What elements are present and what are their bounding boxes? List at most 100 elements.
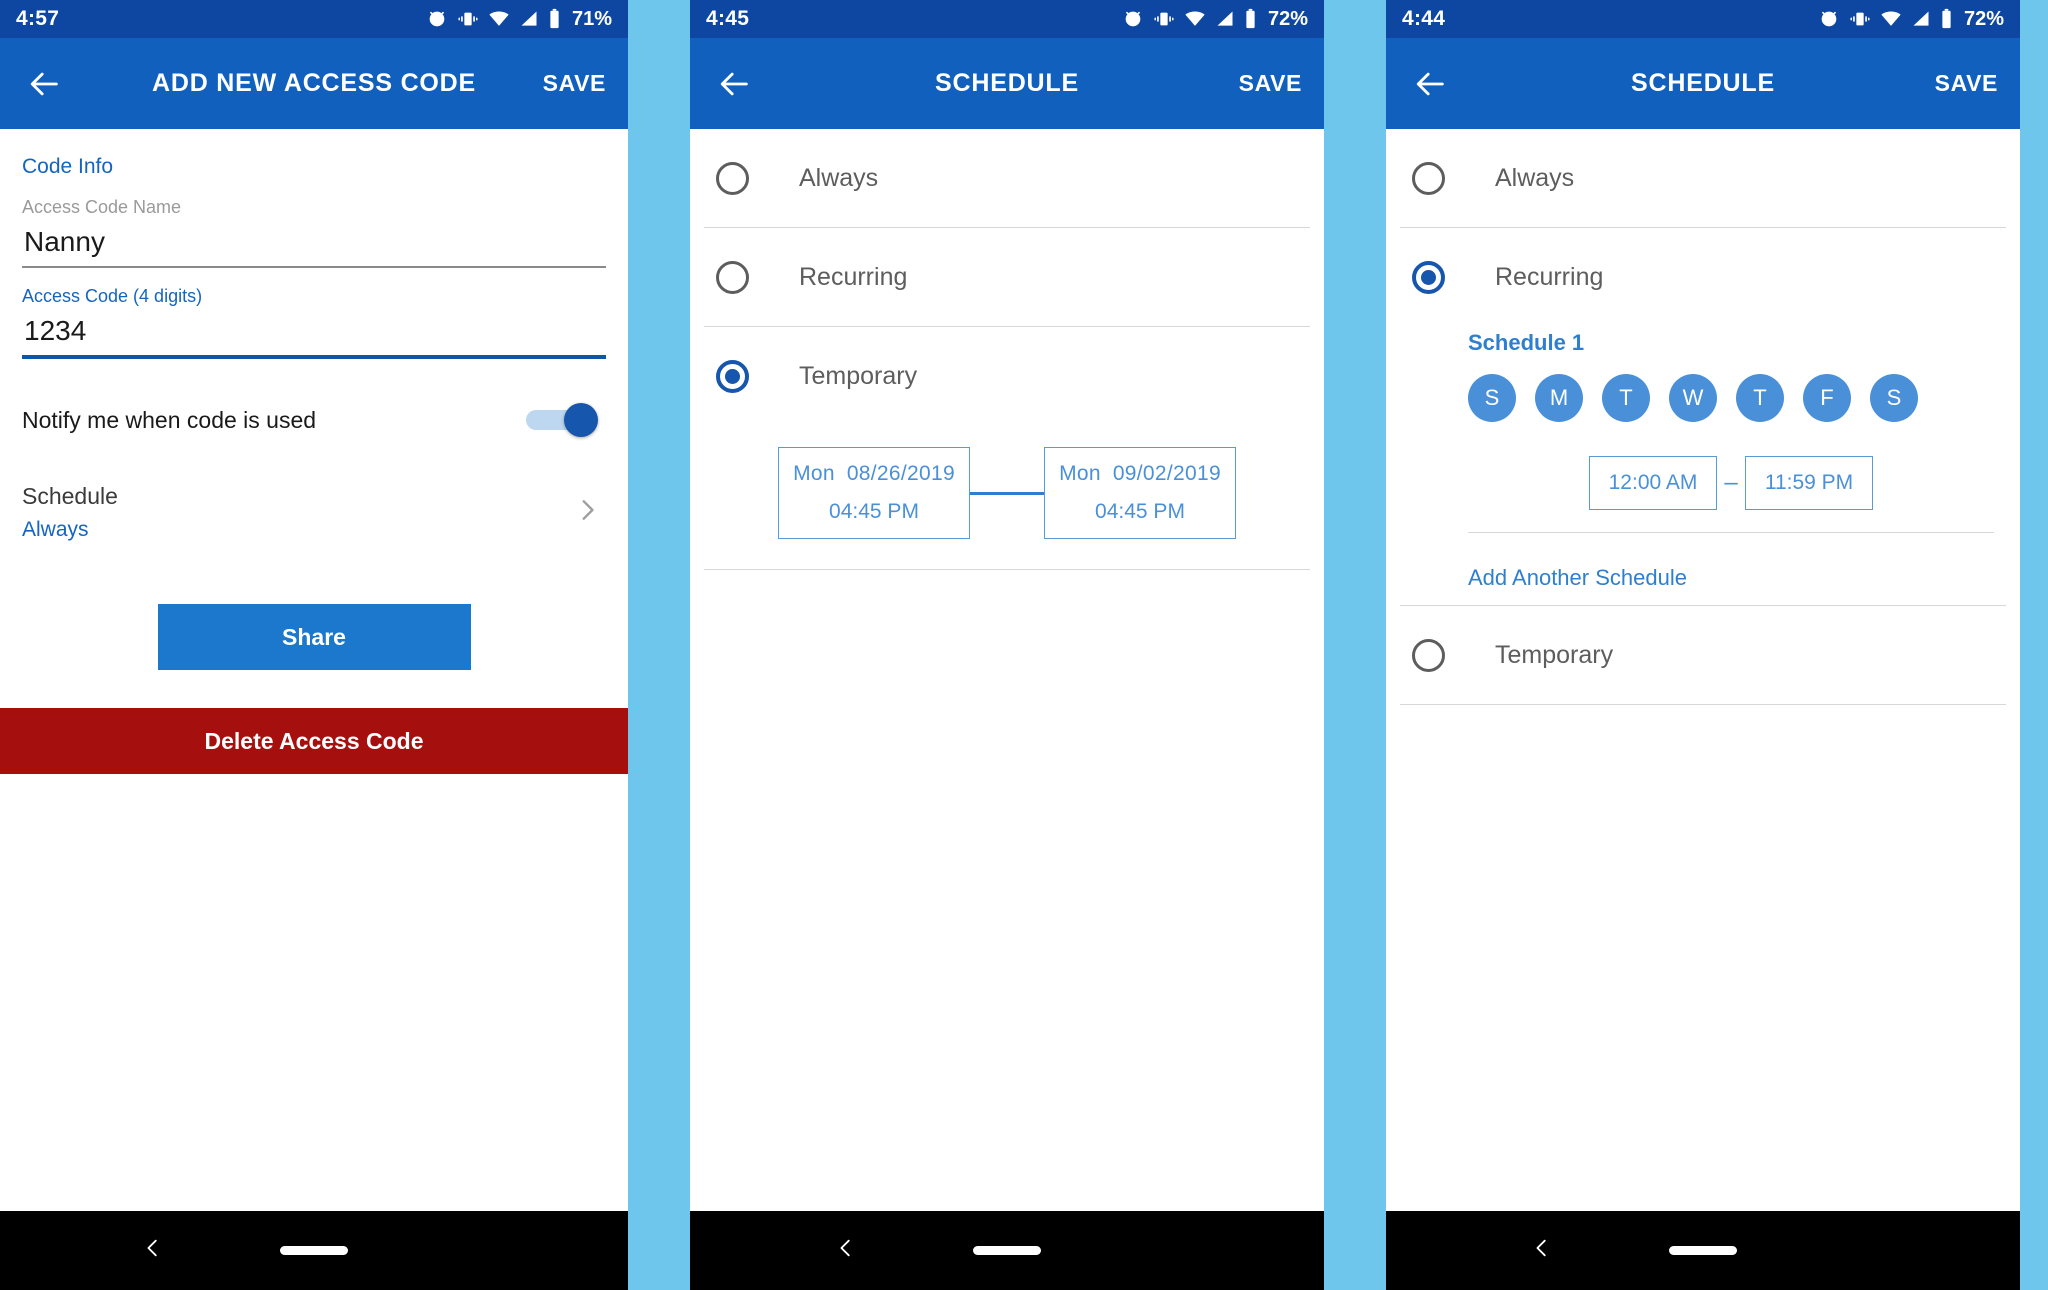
recurring-schedule-block: Schedule 1 S M T W T F S 12:00 AM – 11:5… — [1386, 330, 2020, 605]
wifi-icon — [489, 11, 509, 26]
panel-separator — [1324, 0, 1386, 1290]
status-time: 4:57 — [16, 7, 60, 30]
phone-panel-add-access-code: 4:57 71% ADD NEW ACCESS CODE SAVE Code I… — [0, 0, 628, 1290]
end-time-box[interactable]: 11:59 PM — [1745, 456, 1873, 510]
end-datetime-box[interactable]: Mon 09/02/2019 04:45 PM — [1044, 447, 1236, 539]
option-recurring[interactable]: Recurring — [690, 228, 1324, 326]
access-code-digits-field[interactable]: Access Code (4 digits) 1234 — [22, 286, 606, 359]
option-label: Recurring — [1495, 262, 1604, 291]
field-underline-focused — [22, 355, 606, 359]
radio-icon-temporary-selected — [716, 359, 749, 393]
panel-content: Code Info Access Code Name Nanny Access … — [0, 129, 628, 1211]
nav-back-icon[interactable] — [835, 1233, 857, 1268]
toggle-thumb — [564, 403, 598, 437]
app-bar: SCHEDULE SAVE — [1386, 38, 2020, 129]
wifi-icon — [1881, 11, 1901, 26]
status-bar: 4:57 71% — [0, 0, 628, 38]
start-day-of-week: Mon — [793, 462, 835, 485]
battery-icon — [1942, 8, 1951, 29]
signal-icon — [1913, 11, 1929, 26]
radio-icon-recurring-selected — [1412, 260, 1445, 294]
notify-toggle[interactable] — [526, 403, 598, 437]
day-toggle-mon[interactable]: M — [1535, 374, 1583, 422]
battery-icon — [550, 8, 559, 29]
option-recurring[interactable]: Recurring — [1386, 228, 2020, 326]
wifi-icon — [1185, 11, 1205, 26]
back-button[interactable] — [1408, 61, 1454, 107]
alarm-icon — [1125, 11, 1141, 27]
back-button[interactable] — [712, 61, 758, 107]
status-bar: 4:45 72% — [690, 0, 1324, 38]
range-dash-icon — [970, 491, 1044, 495]
notify-row: Notify me when code is used — [22, 403, 606, 437]
option-label: Temporary — [1495, 640, 1614, 669]
phone-panel-schedule-temporary: 4:45 72% SCHEDULE SAVE Always Recurring … — [690, 0, 1324, 1290]
signal-icon — [1217, 11, 1233, 26]
option-temporary[interactable]: Temporary — [690, 327, 1324, 425]
battery-percent: 71% — [571, 7, 612, 30]
status-icon-group: 72% — [1122, 8, 1308, 31]
battery-percent: 72% — [1267, 7, 1308, 30]
back-button[interactable] — [22, 61, 68, 107]
schedule-1-title: Schedule 1 — [1468, 330, 1585, 355]
save-button[interactable]: SAVE — [543, 70, 606, 97]
day-toggle-thu[interactable]: T — [1736, 374, 1784, 422]
list-divider — [1400, 704, 2006, 705]
option-always[interactable]: Always — [690, 129, 1324, 227]
option-temporary[interactable]: Temporary — [1386, 606, 2020, 704]
delete-access-code-button[interactable]: Delete Access Code — [0, 708, 628, 774]
add-another-schedule-link[interactable]: Add Another Schedule — [1468, 565, 1994, 597]
day-toggle-fri[interactable]: F — [1803, 374, 1851, 422]
panel-content: Always Recurring Schedule 1 S M T W T F … — [1386, 129, 2020, 1211]
page-title: ADD NEW ACCESS CODE — [151, 69, 476, 97]
list-divider — [704, 569, 1310, 570]
schedule-row[interactable]: Schedule Always — [22, 483, 606, 542]
day-toggle-sat[interactable]: S — [1870, 374, 1918, 422]
day-toggle-sun[interactable]: S — [1468, 374, 1516, 422]
three-phone-screenshots: 4:57 71% ADD NEW ACCESS CODE SAVE Code I… — [0, 0, 2048, 1290]
start-time-box[interactable]: 12:00 AM — [1589, 456, 1717, 510]
time-range-dash: – — [1724, 469, 1738, 496]
status-icon-group: 72% — [1818, 8, 2004, 31]
page-title: SCHEDULE — [935, 69, 1079, 97]
option-label: Temporary — [799, 361, 918, 390]
day-toggle-tue[interactable]: T — [1602, 374, 1650, 422]
vibrate-icon — [458, 12, 478, 26]
chevron-right-icon — [574, 493, 600, 532]
status-time: 4:45 — [706, 7, 750, 30]
option-label: Recurring — [799, 262, 908, 291]
access-code-digits-label: Access Code (4 digits) — [22, 286, 203, 306]
home-pill-icon[interactable] — [1669, 1246, 1737, 1255]
access-code-name-input[interactable]: Nanny — [22, 218, 606, 266]
field-underline — [22, 266, 606, 268]
radio-icon-recurring — [716, 260, 749, 294]
arrow-left-icon — [720, 72, 748, 95]
end-date: 09/02/2019 — [1112, 462, 1221, 485]
radio-icon-temporary — [1412, 638, 1445, 672]
access-code-name-field[interactable]: Access Code Name Nanny — [22, 197, 606, 268]
notify-label: Notify me when code is used — [22, 406, 317, 433]
share-button[interactable]: Share — [157, 604, 471, 670]
schedule-value: Always — [22, 518, 89, 541]
day-toggle-wed[interactable]: W — [1669, 374, 1717, 422]
status-time: 4:44 — [1402, 7, 1446, 30]
status-icon-group: 71% — [426, 8, 612, 31]
option-always[interactable]: Always — [1386, 129, 2020, 227]
save-button[interactable]: SAVE — [1239, 70, 1302, 97]
nav-back-icon[interactable] — [1531, 1233, 1553, 1268]
radio-icon-always — [1412, 161, 1445, 195]
start-datetime-box[interactable]: Mon 08/26/2019 04:45 PM — [778, 447, 970, 539]
panel-content: Always Recurring Temporary Mon 08/26/2019… — [690, 129, 1324, 1211]
start-date: 08/26/2019 — [846, 462, 955, 485]
access-code-digits-input[interactable]: 1234 — [22, 307, 606, 355]
home-pill-icon[interactable] — [280, 1246, 348, 1255]
panel-separator — [628, 0, 690, 1290]
start-time: 04:45 PM — [829, 500, 919, 523]
recurring-time-range: 12:00 AM – 11:59 PM — [1468, 456, 1994, 510]
nav-back-icon[interactable] — [142, 1233, 164, 1268]
home-pill-icon[interactable] — [973, 1246, 1041, 1255]
vibrate-icon — [1154, 12, 1174, 26]
phone-panel-schedule-recurring: 4:44 72% SCHEDULE SAVE Always Recurring … — [1386, 0, 2020, 1290]
page-title: SCHEDULE — [1631, 69, 1775, 97]
save-button[interactable]: SAVE — [1935, 70, 1998, 97]
